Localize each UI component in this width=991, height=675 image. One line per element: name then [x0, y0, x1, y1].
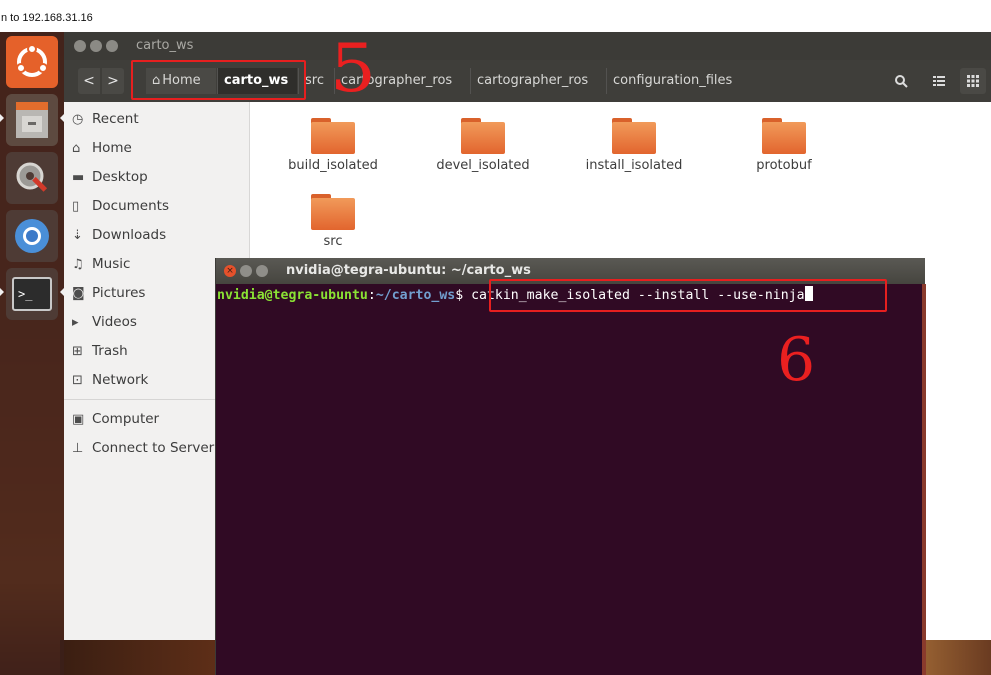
sidebar-item-desktop[interactable]: ▬ Desktop [72, 169, 148, 191]
terminal-icon: >_ [12, 277, 52, 311]
minimize-button[interactable] [90, 40, 102, 52]
active-indicator [0, 114, 4, 122]
svg-text:>_: >_ [18, 287, 33, 301]
terminal-title: nvidia@tegra-ubuntu: ~/carto_ws [286, 263, 531, 278]
folder-item[interactable]: build_isolated [273, 118, 393, 188]
highlight-box-step-6 [489, 279, 887, 312]
breadcrumb-cartographer-ros-2[interactable]: cartographer_ros [470, 68, 604, 94]
remote-session-title: n to 192.168.31.16 [0, 0, 991, 32]
prompt-user: nvidia@tegra-ubuntu [217, 288, 368, 303]
clock-icon: ◷ [72, 112, 84, 127]
camera-icon: ◙ [72, 286, 85, 301]
computer-icon: ▣ [72, 412, 85, 427]
file-cabinet-icon [16, 102, 48, 138]
highlight-box-step-5 [131, 60, 306, 100]
folder-item[interactable]: protobuf [724, 118, 844, 188]
server-icon: ⊥ [72, 441, 84, 456]
sidebar-item-connect-to-server[interactable]: ⊥ Connect to Server [72, 440, 214, 462]
chromium-launcher-button[interactable] [6, 210, 58, 262]
prompt-dollar: $ [455, 288, 472, 303]
ubuntu-dash-button[interactable] [6, 36, 58, 88]
folder-label: protobuf [756, 158, 812, 173]
settings-launcher-button[interactable] [6, 152, 58, 204]
window-title: carto_ws [136, 38, 194, 53]
sidebar-item-label: Connect to Server [92, 440, 215, 456]
home-icon: ⌂ [72, 141, 81, 156]
folder-label: install_isolated [585, 158, 683, 173]
active-indicator [0, 288, 4, 296]
annotation-step-6: 6 [777, 325, 816, 395]
terminal-maximize-button[interactable] [256, 265, 268, 277]
chromium-icon [15, 219, 49, 253]
sidebar-item-label: Videos [92, 314, 137, 330]
sidebar-item-label: Desktop [92, 169, 148, 185]
music-icon: ♫ [72, 257, 84, 272]
back-button[interactable]: < [78, 68, 100, 94]
sidebar-item-recent[interactable]: ◷ Recent [72, 111, 139, 133]
search-icon [895, 74, 908, 88]
annotation-step-5: 5 [329, 30, 377, 107]
folder-item[interactable]: install_isolated [574, 118, 694, 188]
screen: n to 192.168.31.16 >_ carto_ws < > ⌂ Hom… [0, 0, 991, 675]
sidebar-item-pictures[interactable]: ◙ Pictures [72, 285, 145, 307]
terminal-body[interactable]: nvidia@tegra-ubuntu:~/carto_ws$ catkin_m… [216, 284, 925, 675]
folder-label: devel_isolated [436, 158, 530, 173]
grid-view-button[interactable] [960, 68, 986, 94]
sidebar-item-label: Computer [92, 411, 160, 427]
sidebar-item-label: Pictures [92, 285, 146, 301]
files-launcher-button[interactable] [6, 94, 58, 146]
desktop-icon: ▬ [72, 170, 85, 185]
maximize-button[interactable] [106, 40, 118, 52]
breadcrumb-configuration-files[interactable]: configuration_files [606, 68, 746, 94]
sidebar-item-music[interactable]: ♫ Music [72, 256, 130, 278]
search-button[interactable] [888, 68, 914, 94]
sidebar-item-label: Music [92, 256, 131, 272]
sidebar-item-computer[interactable]: ▣ Computer [72, 411, 159, 433]
terminal-launcher-button[interactable]: >_ [6, 268, 58, 320]
folder-icon [311, 194, 355, 230]
sidebar-item-label: Documents [92, 198, 169, 214]
prompt-path: ~/carto_ws [375, 288, 456, 303]
sidebar-item-label: Recent [92, 111, 139, 127]
grid-view-icon [967, 74, 979, 87]
sidebar-item-videos[interactable]: ▸ Videos [72, 314, 137, 336]
folder-label: src [323, 234, 343, 249]
gear-wrench-icon [16, 162, 48, 192]
terminal-edge [922, 284, 926, 675]
document-icon: ▯ [72, 199, 80, 214]
list-view-icon [933, 75, 945, 86]
folder-icon [612, 118, 656, 154]
prompt-colon: : [367, 288, 376, 303]
sidebar-item-network[interactable]: ⊡ Network [72, 372, 148, 394]
sidebar-item-documents[interactable]: ▯ Documents [72, 198, 169, 220]
terminal-minimize-button[interactable] [240, 265, 252, 277]
ubuntu-logo-icon [16, 44, 48, 77]
folder-icon [461, 118, 505, 154]
download-icon: ⇣ [72, 228, 83, 243]
video-icon: ▸ [72, 315, 79, 330]
sidebar-item-home[interactable]: ⌂ Home [72, 140, 132, 162]
folder-icon [762, 118, 806, 154]
folder-item[interactable]: devel_isolated [423, 118, 543, 188]
folder-item[interactable]: src [273, 194, 393, 264]
close-button[interactable] [74, 40, 86, 52]
terminal-close-button[interactable]: × [224, 265, 236, 277]
folder-label: build_isolated [288, 158, 378, 173]
sidebar-item-label: Network [92, 372, 149, 388]
sidebar-item-label: Downloads [92, 227, 167, 243]
forward-button[interactable]: > [102, 68, 124, 94]
list-view-button[interactable] [926, 68, 952, 94]
folder-icon [311, 118, 355, 154]
terminal-window[interactable]: × nvidia@tegra-ubuntu: ~/carto_ws nvidia… [215, 258, 925, 675]
sidebar-item-downloads[interactable]: ⇣ Downloads [72, 227, 166, 249]
launcher: >_ [0, 32, 64, 675]
sidebar-item-label: Home [92, 140, 132, 156]
trash-icon: ⊞ [72, 344, 83, 359]
network-icon: ⊡ [72, 373, 83, 388]
file-manager-titlebar: carto_ws [64, 32, 991, 60]
sidebar-item-trash[interactable]: ⊞ Trash [72, 343, 128, 365]
sidebar-item-label: Trash [92, 343, 128, 359]
